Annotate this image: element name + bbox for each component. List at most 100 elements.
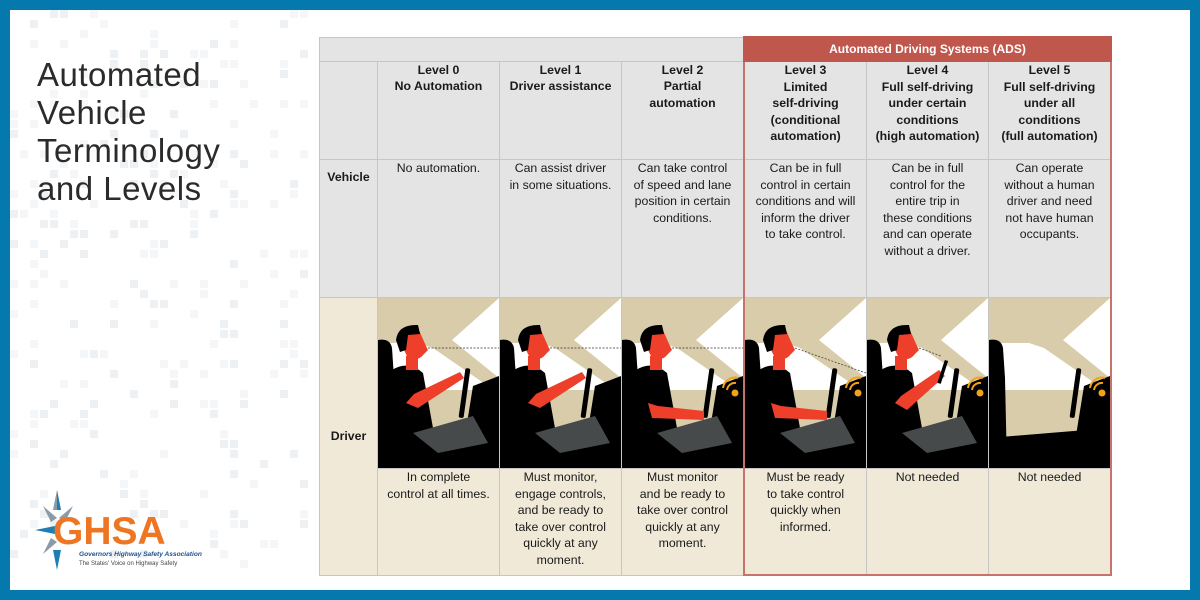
cell-text-line: Can take control	[637, 161, 728, 175]
cell-text-line: quickly at any	[523, 536, 598, 550]
pixel-square	[230, 20, 238, 28]
pixel-square	[290, 250, 298, 258]
car-interior-illustration	[622, 298, 743, 468]
pixel-square	[50, 460, 58, 468]
pixel-square	[90, 400, 98, 408]
pixel-square	[190, 230, 198, 238]
cell-text-line: take over control	[515, 519, 606, 534]
pixel-square	[230, 440, 238, 448]
pixel-square	[270, 270, 278, 278]
title-line: Vehicle	[37, 94, 147, 132]
pixel-square	[150, 40, 158, 48]
pixel-square	[40, 220, 48, 228]
level-header-row: Level 0 No Automation Level 1 Driver assis…	[319, 60, 1112, 160]
pixel-square	[60, 380, 68, 388]
pixel-square	[50, 10, 58, 18]
pixel-square	[290, 340, 298, 348]
level-header: Level 3 Limited self-driving (conditional au…	[743, 60, 867, 160]
driver-cell: In complete control at all times.	[377, 468, 500, 576]
pixel-square	[10, 450, 18, 458]
pixel-square	[50, 220, 58, 228]
vehicle-cell: Can be in full control for the entire trip…	[866, 159, 989, 298]
pixel-square	[300, 50, 308, 58]
pixel-square	[210, 40, 218, 48]
pixel-square	[210, 400, 218, 408]
pixel-square	[200, 370, 208, 378]
pixel-square	[140, 220, 148, 228]
pixel-square	[300, 510, 308, 518]
pixel-square	[10, 310, 18, 318]
pixel-square	[80, 410, 88, 418]
pixel-square	[110, 300, 118, 308]
cell-text-line: (conditional	[770, 112, 841, 127]
pixel-square	[160, 300, 168, 308]
driver-illustration	[743, 297, 867, 469]
cell-text-line: Limited	[783, 79, 828, 94]
cell-text-line: moment.	[536, 552, 585, 567]
pixel-square	[300, 270, 308, 278]
cell-text-line: (high automation)	[875, 129, 980, 143]
pixel-square	[10, 350, 18, 358]
pixel-square	[240, 390, 248, 398]
pixel-square	[130, 470, 138, 478]
cell-text-line: conditions	[1018, 112, 1081, 127]
pixel-square	[240, 520, 248, 528]
vehicle-cell: Can be in full control in certain conditio…	[743, 159, 867, 298]
car-interior-illustration	[867, 298, 988, 468]
pixel-square	[10, 190, 18, 198]
car-interior-illustration	[378, 298, 499, 468]
pixel-square	[80, 30, 88, 38]
cell-text-line: Must monitor	[646, 470, 719, 484]
cell-text-line: No Automation	[394, 79, 483, 93]
pixel-square	[290, 350, 298, 358]
pixel-square	[10, 240, 18, 248]
page-title: Automated Vehicle Terminology and Levels	[37, 56, 297, 208]
pixel-square	[280, 360, 288, 368]
pixel-square	[70, 320, 78, 328]
pixel-square	[230, 330, 238, 338]
pixel-square	[200, 290, 208, 298]
cell-text-line: without a human	[1004, 177, 1095, 192]
driver-cell: Must be ready to take control quickly when…	[743, 468, 867, 576]
pixel-square	[150, 250, 158, 258]
pixel-square	[110, 230, 118, 238]
cell-text-line: position in certain	[634, 194, 731, 208]
cell-text-line: driver and need	[1006, 194, 1093, 208]
cell-text-line: Full self-driving	[1003, 79, 1096, 94]
pixel-square	[90, 10, 98, 18]
pixel-square	[280, 300, 288, 308]
pixel-square	[230, 300, 238, 308]
title-line: Automated	[37, 56, 202, 94]
pixel-square	[60, 40, 68, 48]
driver-illustration	[377, 297, 500, 469]
pixel-square	[30, 300, 38, 308]
pixel-square	[230, 510, 238, 518]
cell-text-line: self-driving	[772, 96, 839, 110]
pixel-square	[170, 370, 178, 378]
car-interior-illustration	[745, 298, 866, 468]
pixel-square	[200, 400, 208, 408]
pixel-square	[10, 210, 18, 218]
pixel-square	[190, 220, 198, 228]
pixel-square	[290, 10, 298, 18]
pixel-square	[130, 220, 138, 228]
pixel-square	[30, 20, 38, 28]
pixel-square	[300, 370, 308, 378]
cell-text-line: these conditions	[883, 210, 972, 225]
signal-dot	[1098, 389, 1106, 397]
cell-text-line: conditions and will	[755, 194, 856, 208]
cell-text-line: conditions.	[653, 210, 712, 225]
pixel-square	[140, 250, 148, 258]
pixel-square	[90, 350, 98, 358]
pixel-square	[60, 240, 68, 248]
pixel-square	[50, 400, 58, 408]
cell-text-line: Not needed	[895, 470, 960, 484]
pixel-square	[100, 470, 108, 478]
pixel-square	[170, 400, 178, 408]
level-header: Level 5 Full self-driving under all conditi…	[988, 60, 1112, 160]
pixel-square	[220, 330, 228, 338]
pixel-square	[30, 240, 38, 248]
cell-text-line: No automation.	[396, 161, 481, 175]
pixel-square	[90, 430, 98, 438]
signal-dot	[854, 389, 862, 397]
